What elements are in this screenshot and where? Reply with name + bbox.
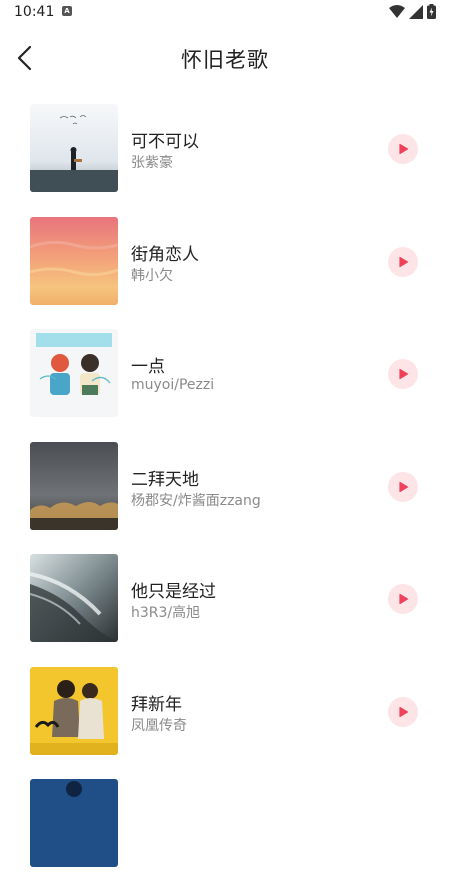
play-icon xyxy=(399,256,409,267)
song-item[interactable]: 可不可以 张紫豪 xyxy=(0,104,450,217)
play-icon xyxy=(399,143,409,155)
page-title: 怀旧老歌 xyxy=(181,48,269,72)
album-cover-image xyxy=(30,104,118,192)
song-list: 可不可以 张紫豪 街角恋人 韩小欠 一点 muyoi/Pezzi 二拜天地 杨郡… xyxy=(0,104,450,892)
song-item[interactable]: 一点 muyoi/Pezzi xyxy=(0,329,450,442)
play-icon xyxy=(399,368,409,380)
album-cover-image xyxy=(30,779,118,867)
song-item[interactable]: 拜新年 凤凰传奇 xyxy=(0,666,450,780)
song-item[interactable]: 街角恋人 韩小欠 xyxy=(0,216,450,330)
play-button[interactable] xyxy=(388,696,418,727)
album-cover-image xyxy=(30,554,118,642)
song-artist: 张紫豪 xyxy=(131,155,173,171)
play-icon xyxy=(399,593,409,605)
status-icons xyxy=(389,4,436,19)
play-button[interactable] xyxy=(388,359,418,389)
play-icon xyxy=(399,481,409,492)
song-artist: muyoi/Pezzi xyxy=(131,377,215,393)
status-time: 10:41 xyxy=(14,4,55,20)
song-title: 他只是经过 xyxy=(131,582,216,602)
cellular-signal-icon xyxy=(409,4,423,19)
battery-charging-icon xyxy=(427,4,436,19)
album-cover-image xyxy=(30,441,118,530)
song-item[interactable]: 二拜天地 杨郡安/炸酱面zzang xyxy=(0,441,450,555)
play-button[interactable] xyxy=(388,246,418,277)
song-artist: 杨郡安/炸酱面zzang xyxy=(131,492,261,509)
header: 怀旧老歌 xyxy=(0,34,450,82)
song-item[interactable] xyxy=(0,779,450,892)
status-bar: 10:41 A xyxy=(0,0,450,24)
wifi-icon xyxy=(389,4,405,18)
play-button[interactable] xyxy=(388,134,418,164)
song-artist: h3R3/高旭 xyxy=(131,605,201,621)
album-cover-image xyxy=(30,666,118,755)
song-title: 街角恋人 xyxy=(131,244,199,265)
album-cover-image xyxy=(30,216,118,305)
play-button[interactable] xyxy=(388,584,418,614)
song-title: 一点 xyxy=(131,357,165,377)
play-button[interactable] xyxy=(388,471,418,502)
song-artist: 凤凰传奇 xyxy=(131,717,187,734)
play-icon xyxy=(399,706,409,717)
song-title: 可不可以 xyxy=(131,132,199,152)
song-title: 拜新年 xyxy=(131,694,182,715)
notification-icon: A xyxy=(62,6,72,16)
song-title: 二拜天地 xyxy=(131,469,199,490)
album-cover-image xyxy=(30,329,118,417)
song-item[interactable]: 他只是经过 h3R3/高旭 xyxy=(0,554,450,667)
song-artist: 韩小欠 xyxy=(131,267,173,284)
